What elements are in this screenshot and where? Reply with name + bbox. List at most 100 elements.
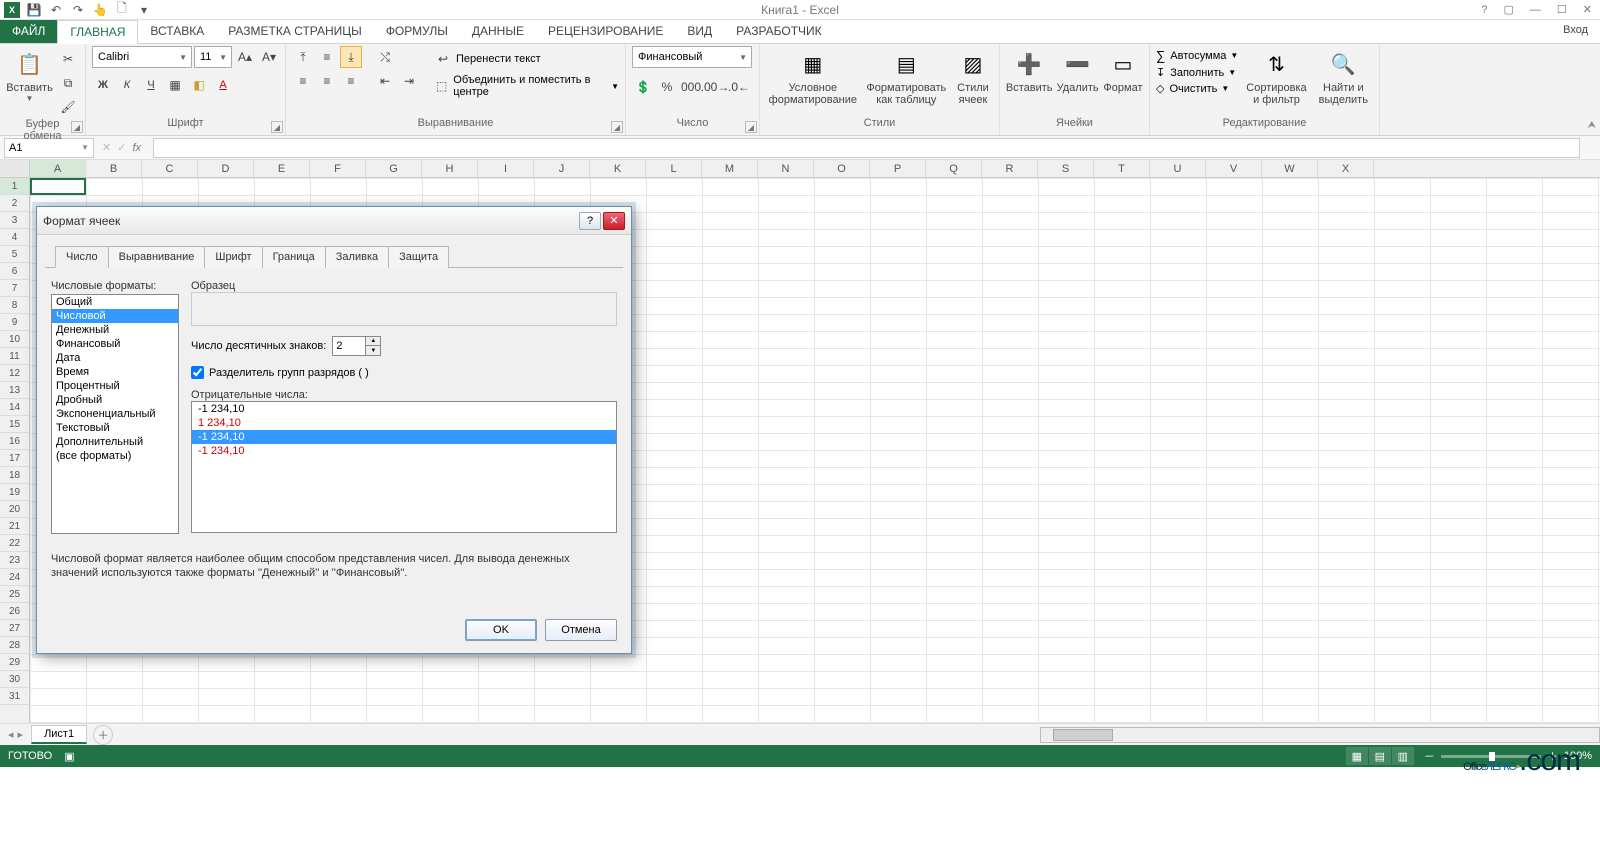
row-header[interactable]: 10 [0,331,29,348]
dialog-tab[interactable]: Защита [388,246,449,268]
negative-format-item[interactable]: -1 234,10 [192,430,616,444]
merge-center-button[interactable]: ⬚Объединить и поместить в центре▼ [432,74,619,98]
find-select-button[interactable]: 🔍Найти и выделить [1315,46,1372,108]
grow-font-button[interactable]: A▴ [234,46,256,68]
column-header[interactable]: R [982,160,1038,177]
zoom-in-button[interactable]: ＋ [1547,748,1558,764]
format-list-item[interactable]: Процентный [52,379,178,393]
column-header[interactable]: K [590,160,646,177]
column-header[interactable]: U [1150,160,1206,177]
chevron-down-icon[interactable]: ▼ [177,53,189,62]
dialog-tab[interactable]: Заливка [325,246,389,268]
column-header[interactable]: J [534,160,590,177]
number-formats-list[interactable]: ОбщийЧисловойДенежныйФинансовыйДатаВремя… [51,294,179,534]
row-header[interactable]: 29 [0,654,29,671]
scroll-thumb[interactable] [1053,729,1113,741]
format-list-item[interactable]: Дополнительный [52,435,178,449]
tab-formulas[interactable]: ФОРМУЛЫ [374,20,460,43]
qat-undo-button[interactable]: ↶ [48,2,64,18]
column-header[interactable]: T [1094,160,1150,177]
row-header[interactable]: 24 [0,569,29,586]
decimals-spinner[interactable]: ▲▼ [332,336,381,356]
macro-record-icon[interactable]: ▣ [64,750,74,763]
sheet-first-button[interactable]: ◂ [8,728,14,741]
dialog-tab[interactable]: Граница [262,246,326,268]
thousands-separator-checkbox[interactable] [191,366,204,379]
align-right-button[interactable]: ≡ [340,70,362,92]
shrink-font-button[interactable]: A▾ [258,46,280,68]
underline-button[interactable]: Ч [140,74,162,96]
tab-developer[interactable]: РАЗРАБОТЧИК [724,20,834,43]
alignment-launcher[interactable]: ◢ [611,121,623,133]
align-center-button[interactable]: ≡ [316,70,338,92]
row-header[interactable]: 21 [0,518,29,535]
column-header[interactable]: H [422,160,478,177]
tab-view[interactable]: ВИД [675,20,724,43]
row-header[interactable]: 2 [0,195,29,212]
row-header[interactable]: 11 [0,348,29,365]
format-list-item[interactable]: Финансовый [52,337,178,351]
borders-button[interactable]: ▦ [164,74,186,96]
row-header[interactable]: 8 [0,297,29,314]
maximize-button[interactable]: ☐ [1553,1,1571,18]
format-list-item[interactable]: Текстовый [52,421,178,435]
column-header[interactable]: I [478,160,534,177]
column-header[interactable]: E [254,160,310,177]
chevron-down-icon[interactable]: ▼ [737,53,749,62]
row-header[interactable]: 1 [0,178,29,195]
insert-cells-button[interactable]: ➕Вставить [1006,46,1052,96]
row-header[interactable]: 30 [0,671,29,688]
ok-button[interactable]: OK [465,619,537,641]
view-normal-button[interactable]: ▦ [1346,747,1368,765]
row-header[interactable]: 16 [0,433,29,450]
row-header[interactable]: 26 [0,603,29,620]
negative-numbers-list[interactable]: -1 234,101 234,10-1 234,10-1 234,10 [191,401,617,533]
format-list-item[interactable]: Дробный [52,393,178,407]
format-list-item[interactable]: Экспоненциальный [52,407,178,421]
tab-data[interactable]: ДАННЫЕ [460,20,536,43]
cancel-edit-button[interactable]: ✕ [102,141,111,154]
format-list-item[interactable]: Денежный [52,323,178,337]
font-name-combo[interactable]: Calibri▼ [92,46,192,68]
row-header[interactable]: 19 [0,484,29,501]
italic-button[interactable]: К [116,74,138,96]
dialog-tab[interactable]: Шрифт [204,246,262,268]
row-header[interactable]: 18 [0,467,29,484]
dialog-help-button[interactable]: ? [579,212,601,230]
align-bottom-button[interactable]: ⤓ [340,46,362,68]
column-header[interactable]: Q [926,160,982,177]
row-header[interactable]: 13 [0,382,29,399]
column-header[interactable]: X [1318,160,1374,177]
spinner-up-button[interactable]: ▲ [366,337,380,346]
row-header[interactable]: 9 [0,314,29,331]
fx-icon[interactable]: fx [132,142,141,154]
row-header[interactable]: 31 [0,688,29,705]
row-header[interactable]: 23 [0,552,29,569]
zoom-slider[interactable] [1441,755,1541,758]
format-painter-button[interactable]: 🖌 [57,96,79,118]
dialog-close-button[interactable]: ✕ [603,212,625,230]
column-header[interactable]: F [310,160,366,177]
autosum-button[interactable]: ∑Автосумма▼ [1156,48,1238,63]
column-header[interactable]: W [1262,160,1318,177]
cancel-button[interactable]: Отмена [545,619,617,641]
qat-save-button[interactable]: 💾 [26,2,42,18]
accounting-button[interactable]: 💲 [632,76,654,98]
sheet-prev-button[interactable]: ▸ [18,728,24,741]
row-header[interactable]: 20 [0,501,29,518]
percent-button[interactable]: % [656,76,678,98]
row-header[interactable]: 3 [0,212,29,229]
ribbon-options-icon[interactable]: ▢ [1500,1,1518,18]
copy-button[interactable]: ⧉ [57,72,79,94]
row-header[interactable]: 17 [0,450,29,467]
column-header[interactable]: N [758,160,814,177]
column-header[interactable]: L [646,160,702,177]
row-header[interactable]: 7 [0,280,29,297]
row-header[interactable]: 22 [0,535,29,552]
collapse-ribbon-button[interactable]: ⮝ [1588,120,1597,131]
sheet-tab[interactable]: Лист1 [31,725,87,744]
format-list-item[interactable]: Общий [52,295,178,309]
negative-format-item[interactable]: -1 234,10 [192,402,616,416]
tab-file[interactable]: ФАЙЛ [0,20,57,43]
orientation-button[interactable]: ⤭ [374,46,396,68]
